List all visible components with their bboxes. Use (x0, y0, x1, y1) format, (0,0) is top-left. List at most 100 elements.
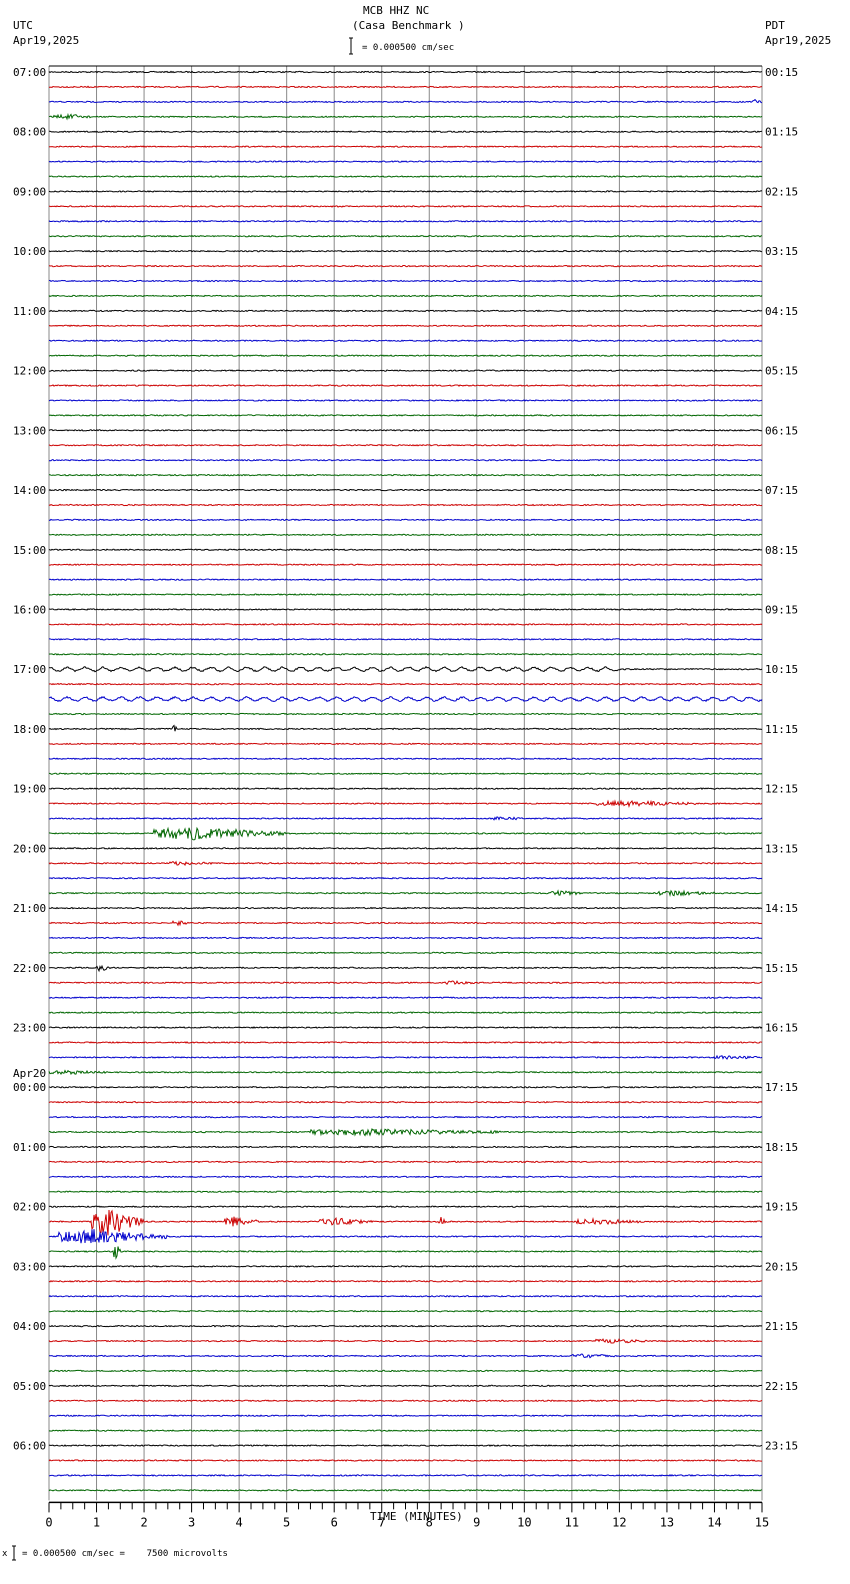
right-hour-label: 00:15 (765, 66, 798, 79)
x-tick-label: 12 (612, 1515, 626, 1529)
trace-line (48, 787, 763, 790)
trace-line (49, 1128, 763, 1137)
trace-line (48, 906, 763, 910)
right-hour-label: 22:15 (765, 1380, 798, 1393)
trace-line (48, 219, 763, 223)
trace-line (48, 980, 762, 985)
trace-line (48, 1011, 763, 1014)
right-hour-label: 03:15 (765, 245, 798, 258)
right-hour-label: 02:15 (765, 185, 798, 198)
right-hour-label: 14:15 (765, 902, 798, 915)
trace-line (48, 234, 763, 238)
trace-line (48, 414, 763, 417)
trace-line (48, 799, 763, 809)
trace-line (48, 324, 763, 328)
trace-line (48, 563, 763, 567)
left-hour-label: 18:00 (13, 723, 46, 736)
trace-line (48, 354, 763, 357)
trace-line (48, 309, 763, 313)
trace-line (48, 249, 763, 253)
trace-line (48, 847, 763, 850)
trace-line (48, 889, 762, 897)
trace-line (48, 1041, 763, 1044)
left-hour-label: 13:00 (13, 424, 46, 437)
trace-line (48, 70, 762, 74)
trace-line (48, 190, 763, 193)
trace-line (48, 1353, 763, 1359)
right-hour-label: 11:15 (765, 723, 798, 736)
trace-line (48, 1265, 763, 1268)
trace-line (48, 399, 763, 402)
trace-line (48, 264, 763, 268)
trace-line (48, 623, 763, 626)
trace-line (48, 876, 763, 880)
left-hour-label: 11:00 (13, 305, 46, 318)
trace-line (49, 964, 763, 973)
trace-line (48, 1115, 763, 1119)
trace-line (48, 951, 762, 955)
trace-line (48, 130, 763, 134)
trace-line (48, 652, 762, 656)
x-tick-label: 14 (707, 1515, 721, 1529)
right-hour-label: 17:15 (765, 1081, 798, 1094)
x-tick-label: 15 (755, 1515, 769, 1529)
trace-line (48, 518, 762, 522)
trace-line (48, 1069, 763, 1076)
seismogram-plot: 0 1 2 3 4 5 6 7 8 9 10 11 12 13 14 15 07:0008:0009:0010… (12, 37, 798, 1561)
x-tick-label: 0 (45, 1515, 52, 1529)
trace-line (49, 637, 763, 641)
trace-line (48, 1444, 763, 1447)
right-hour-label: 23:15 (765, 1440, 798, 1453)
left-hour-label: 16:00 (13, 603, 46, 616)
x-tick-label: 6 (331, 1515, 338, 1529)
trace-line (48, 1414, 763, 1418)
trace-line (48, 1209, 763, 1236)
trace-line (48, 1429, 762, 1432)
left-hour-label: 00:00 (13, 1081, 46, 1094)
trace-line (48, 428, 763, 432)
date-change-label: Apr20 (13, 1067, 46, 1080)
trace-line (48, 548, 763, 552)
trace-line (48, 112, 763, 121)
left-hour-label: 05:00 (13, 1380, 46, 1393)
trace-line (48, 608, 763, 611)
left-hour-label: 17:00 (13, 663, 46, 676)
x-tick-label: 7 (378, 1515, 385, 1529)
trace-line (48, 1085, 763, 1089)
trace-line (48, 339, 763, 343)
trace-line (48, 920, 763, 927)
trace-line (48, 279, 763, 283)
x-tick-label: 10 (517, 1515, 531, 1529)
trace-line (48, 1100, 763, 1104)
trace-line (48, 1205, 763, 1209)
right-hour-label: 06:15 (765, 424, 798, 437)
trace-line (48, 294, 763, 298)
trace-line (48, 1459, 762, 1462)
x-tick-label: 5 (283, 1515, 290, 1529)
right-hour-label: 08:15 (765, 544, 798, 557)
right-hour-label: 01:15 (765, 126, 798, 139)
x-tick-label: 8 (426, 1515, 433, 1529)
trace-line (48, 1489, 763, 1492)
x-tick-label: 1 (93, 1515, 100, 1529)
trace-line (48, 712, 763, 716)
trace-line (48, 1338, 763, 1344)
right-hour-label: 20:15 (765, 1260, 798, 1273)
trace-line (48, 1324, 763, 1328)
left-hour-label: 15:00 (13, 544, 46, 557)
trace-line (48, 1399, 763, 1403)
left-hour-label: 21:00 (13, 902, 46, 915)
right-hour-label: 10:15 (765, 663, 798, 676)
trace-line (48, 473, 763, 477)
right-hour-label: 09:15 (765, 603, 798, 616)
trace-line (48, 1279, 763, 1283)
left-hour-label: 04:00 (13, 1320, 46, 1333)
left-hour-label: 12:00 (13, 365, 46, 378)
trace-line (48, 1175, 763, 1179)
left-hour-label: 22:00 (13, 962, 46, 975)
trace-line (48, 1309, 763, 1313)
trace-line (48, 682, 763, 686)
left-hour-label: 01:00 (13, 1141, 46, 1154)
trace-line (48, 826, 762, 841)
trace-line (48, 175, 763, 178)
